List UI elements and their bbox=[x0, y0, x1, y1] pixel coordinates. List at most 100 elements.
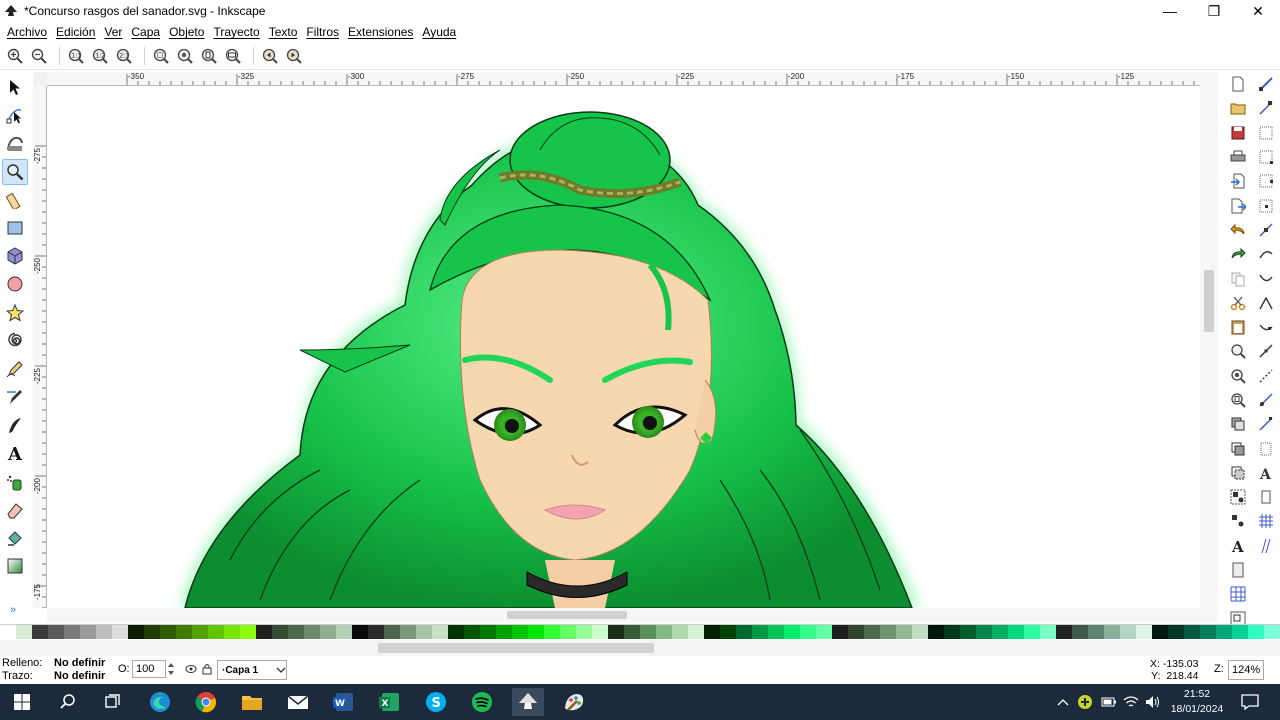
color-swatch[interactable] bbox=[1056, 625, 1072, 639]
measure-tool-icon[interactable] bbox=[2, 187, 28, 213]
color-swatch[interactable] bbox=[1024, 625, 1040, 639]
snap-page-icon[interactable] bbox=[1254, 485, 1278, 509]
color-swatch[interactable] bbox=[432, 625, 448, 639]
zoom-2-1-icon[interactable]: 2:1 bbox=[114, 46, 134, 66]
menu-ver[interactable]: Ver bbox=[100, 25, 126, 39]
task-view-icon[interactable] bbox=[99, 688, 127, 716]
print-icon[interactable] bbox=[1226, 145, 1250, 169]
color-swatch[interactable] bbox=[1168, 625, 1184, 639]
zoom-spinbox[interactable]: 124% bbox=[1228, 660, 1264, 680]
color-swatch[interactable] bbox=[976, 625, 992, 639]
import-icon[interactable] bbox=[1226, 169, 1250, 193]
color-swatch[interactable] bbox=[912, 625, 928, 639]
rectangle-tool-icon[interactable] bbox=[2, 215, 28, 241]
snap-bbox-icon[interactable] bbox=[1254, 96, 1278, 120]
color-swatch[interactable] bbox=[688, 625, 704, 639]
color-swatch[interactable] bbox=[1040, 625, 1056, 639]
zoom-page-icon[interactable] bbox=[1226, 388, 1250, 412]
color-swatch[interactable] bbox=[848, 625, 864, 639]
excel-icon[interactable]: X bbox=[376, 688, 404, 716]
unlink-clone-icon[interactable] bbox=[1226, 461, 1250, 485]
export-icon[interactable] bbox=[1226, 193, 1250, 217]
color-swatch[interactable] bbox=[768, 625, 784, 639]
mail-icon[interactable] bbox=[284, 688, 312, 716]
color-swatch[interactable] bbox=[0, 625, 16, 639]
menu-ayuda[interactable]: Ayuda bbox=[418, 25, 460, 39]
color-swatch[interactable] bbox=[160, 625, 176, 639]
color-swatch[interactable] bbox=[176, 625, 192, 639]
ellipse-tool-icon[interactable] bbox=[2, 271, 28, 297]
color-swatch[interactable] bbox=[1200, 625, 1216, 639]
lock-icon[interactable] bbox=[202, 663, 212, 675]
color-swatch[interactable] bbox=[1248, 625, 1264, 639]
opacity-stepper-icon[interactable] bbox=[167, 661, 175, 677]
color-swatch[interactable] bbox=[240, 625, 256, 639]
vertical-ruler[interactable]: -275 -250 -225 -200 -175 bbox=[33, 86, 47, 608]
color-swatch[interactable] bbox=[752, 625, 768, 639]
snap-paths-icon[interactable] bbox=[1254, 242, 1278, 266]
clone-icon[interactable] bbox=[1226, 436, 1250, 460]
snap-guide-icon[interactable] bbox=[1254, 534, 1278, 558]
text-tool-icon[interactable]: A bbox=[2, 440, 28, 466]
color-swatch[interactable] bbox=[784, 625, 800, 639]
palette-scrollbar[interactable] bbox=[0, 640, 1280, 656]
restore-button[interactable]: ❐ bbox=[1192, 0, 1236, 22]
zoom-drawing-icon[interactable] bbox=[1226, 364, 1250, 388]
color-swatch[interactable] bbox=[352, 625, 368, 639]
color-swatch[interactable] bbox=[16, 625, 32, 639]
color-swatch[interactable] bbox=[384, 625, 400, 639]
3d-box-tool-icon[interactable] bbox=[2, 243, 28, 269]
color-swatch[interactable] bbox=[672, 625, 688, 639]
snap-cusp-nodes-icon[interactable] bbox=[1254, 291, 1278, 315]
close-button[interactable]: ✕ bbox=[1236, 0, 1280, 22]
snap-page-border-icon[interactable] bbox=[1254, 436, 1278, 460]
zoom-page-icon[interactable] bbox=[199, 46, 219, 66]
color-swatch[interactable] bbox=[304, 625, 320, 639]
paint-icon[interactable] bbox=[560, 688, 588, 716]
color-swatch[interactable] bbox=[880, 625, 896, 639]
zoom-next-icon[interactable] bbox=[284, 46, 304, 66]
color-swatch[interactable] bbox=[1232, 625, 1248, 639]
snap-bbox-center-icon[interactable] bbox=[1254, 193, 1278, 217]
selector-tool-icon[interactable] bbox=[2, 74, 28, 100]
notifications-icon[interactable] bbox=[1236, 688, 1264, 716]
group-icon[interactable] bbox=[1226, 485, 1250, 509]
menu-edicion[interactable]: Edición bbox=[52, 25, 99, 39]
eraser-tool-icon[interactable] bbox=[2, 497, 28, 523]
color-swatch[interactable] bbox=[992, 625, 1008, 639]
color-swatch[interactable] bbox=[208, 625, 224, 639]
color-swatch[interactable] bbox=[1152, 625, 1168, 639]
calligraphy-tool-icon[interactable] bbox=[2, 412, 28, 438]
color-swatch[interactable] bbox=[128, 625, 144, 639]
color-swatch[interactable] bbox=[576, 625, 592, 639]
color-swatch[interactable] bbox=[592, 625, 608, 639]
menu-capa[interactable]: Capa bbox=[127, 25, 164, 39]
color-swatch[interactable] bbox=[336, 625, 352, 639]
new-document-icon[interactable] bbox=[1226, 72, 1250, 96]
color-swatch[interactable] bbox=[112, 625, 128, 639]
tweak-tool-icon[interactable] bbox=[2, 130, 28, 156]
chrome-icon[interactable] bbox=[192, 688, 220, 716]
color-swatch[interactable] bbox=[704, 625, 720, 639]
pencil-tool-icon[interactable] bbox=[2, 356, 28, 382]
color-swatch[interactable] bbox=[1072, 625, 1088, 639]
text-font-icon[interactable]: A bbox=[1226, 534, 1250, 558]
color-swatch[interactable] bbox=[288, 625, 304, 639]
color-swatch[interactable] bbox=[96, 625, 112, 639]
eye-icon[interactable] bbox=[185, 664, 197, 674]
zoom-1-2-icon[interactable]: 1:2 bbox=[90, 46, 110, 66]
spiral-tool-icon[interactable] bbox=[2, 328, 28, 354]
color-swatch[interactable] bbox=[1104, 625, 1120, 639]
cut-icon[interactable] bbox=[1226, 291, 1250, 315]
zoom-drawing-icon[interactable] bbox=[175, 46, 195, 66]
horizontal-scrollbar[interactable] bbox=[47, 608, 1218, 622]
file-explorer-icon[interactable] bbox=[238, 688, 266, 716]
tray-app-icon[interactable] bbox=[1076, 688, 1094, 716]
snap-path-intersection-icon[interactable] bbox=[1254, 266, 1278, 290]
align-icon[interactable] bbox=[1226, 582, 1250, 606]
chevron-up-icon[interactable] bbox=[1055, 688, 1071, 716]
color-swatch[interactable] bbox=[224, 625, 240, 639]
color-swatch[interactable] bbox=[1136, 625, 1152, 639]
drawing-canvas[interactable] bbox=[47, 86, 1200, 608]
paste-icon[interactable] bbox=[1226, 315, 1250, 339]
